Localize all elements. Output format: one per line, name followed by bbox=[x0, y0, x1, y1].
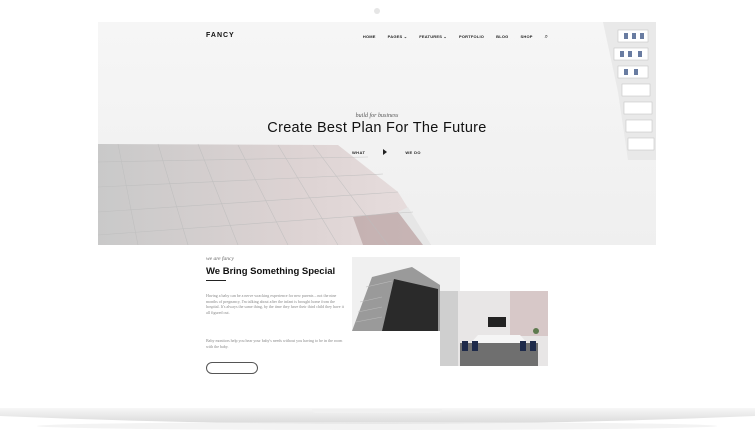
hero-kicker: build for business bbox=[355, 113, 399, 119]
about-paragraph-1: Having a baby can be a nerve wracking ex… bbox=[206, 293, 344, 315]
hero-section: FANCY HOME PAGES ⌄ FEATURES ⌄ PORTFOLIO … bbox=[98, 22, 656, 245]
hero-video-control: WHAT WE DO bbox=[352, 149, 421, 155]
laptop-notch bbox=[312, 409, 442, 413]
laptop-camera bbox=[374, 8, 380, 14]
hero-label-left: WHAT bbox=[352, 149, 366, 155]
nav-item-portfolio[interactable]: PORTFOLIO bbox=[459, 34, 484, 39]
office-photo bbox=[440, 291, 548, 366]
read-more-button[interactable] bbox=[206, 362, 258, 374]
nav-item-pages[interactable]: PAGES ⌄ bbox=[388, 34, 408, 39]
title-divider bbox=[206, 280, 226, 281]
nav-item-shop[interactable]: SHOP bbox=[520, 34, 532, 39]
hero-label-right: WE DO bbox=[405, 149, 421, 155]
about-paragraph-2: Baby monitors help you hear your baby's … bbox=[206, 338, 343, 349]
about-title: We Bring Something Special bbox=[206, 266, 336, 277]
search-icon[interactable]: ⌕ bbox=[545, 34, 548, 40]
main-menu: HOME PAGES ⌄ FEATURES ⌄ PORTFOLIO BLOG S… bbox=[363, 34, 548, 40]
site-logo[interactable]: FANCY bbox=[206, 32, 235, 39]
about-kicker: we are fancy bbox=[206, 256, 234, 262]
top-navigation: FANCY HOME PAGES ⌄ FEATURES ⌄ PORTFOLIO … bbox=[98, 22, 656, 50]
nav-item-blog[interactable]: BLOG bbox=[496, 34, 508, 39]
play-icon[interactable] bbox=[383, 149, 388, 155]
nav-item-home[interactable]: HOME bbox=[363, 34, 376, 39]
hero-headline: Create Best Plan For The Future bbox=[267, 120, 487, 136]
nav-item-features[interactable]: FEATURES ⌄ bbox=[419, 34, 447, 39]
laptop-screen: FANCY HOME PAGES ⌄ FEATURES ⌄ PORTFOLIO … bbox=[98, 22, 656, 388]
